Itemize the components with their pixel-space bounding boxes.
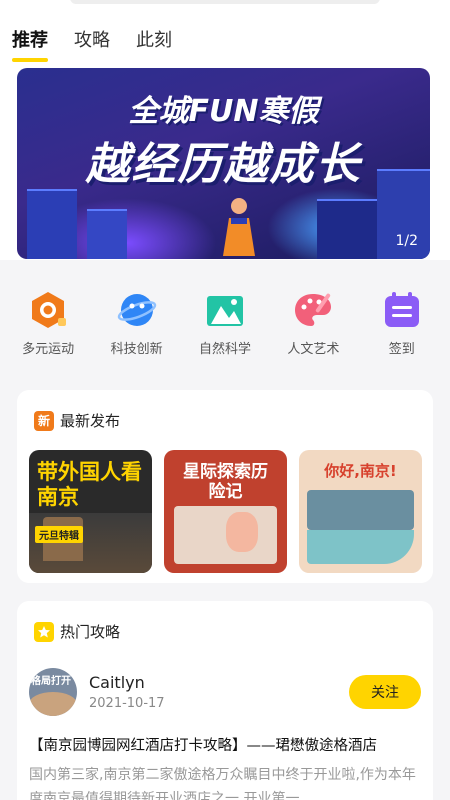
hot-header: 热门攻略 xyxy=(34,621,120,642)
planet-icon xyxy=(117,294,156,326)
post-excerpt: 国内第三家,南京第二家傲途格万众瞩目中终于开业啦,作为本年度南京最值得期待新开业… xyxy=(29,767,416,800)
follow-button[interactable]: 关注 xyxy=(349,675,421,709)
new-badge-icon: 新 xyxy=(34,410,54,431)
tab-recommend[interactable]: 推荐 xyxy=(12,26,48,62)
category-label: 人文艺术 xyxy=(287,342,340,357)
search-bar-edge[interactable] xyxy=(70,0,380,4)
thumbnail-hello-nanjing[interactable]: 你好,南京! xyxy=(299,450,422,573)
latest-releases-card: 新 最新发布 带外国人看南京 元旦特辑 星际探索历险记 你好,南京! xyxy=(17,390,433,583)
banner-title-line1: 全城FUN寒假 xyxy=(128,94,319,129)
post-date: 2021-10-17 xyxy=(89,696,165,711)
mountain-icon xyxy=(206,296,243,326)
calendar-icon xyxy=(384,292,419,327)
thumbnail-title: 星际探索历险记 xyxy=(183,462,268,502)
banner-page-counter: 1/2 xyxy=(395,233,418,249)
latest-header: 新 最新发布 xyxy=(34,410,120,431)
child-illustration xyxy=(223,198,255,256)
banner-building xyxy=(87,209,127,259)
category-label: 科技创新 xyxy=(110,342,163,357)
hot-guides-card: 热门攻略 格局打开 Caitlyn 2021-10-17 关注 【南京园博园网红… xyxy=(17,601,433,800)
thumbnail-photo xyxy=(307,490,414,530)
hot-title: 热门攻略 xyxy=(60,623,121,641)
tab-bar: 推荐 攻略 此刻 xyxy=(12,26,172,62)
category-arts[interactable]: 人文艺术 xyxy=(273,290,353,357)
thumbnail-title: 带外国人看南京 xyxy=(37,460,142,509)
category-checkin[interactable]: 签到 xyxy=(362,290,442,357)
star-icon xyxy=(34,621,54,642)
sports-icon xyxy=(32,292,67,328)
category-nature[interactable]: 自然科学 xyxy=(185,290,265,357)
banner-building xyxy=(27,189,77,259)
palette-icon xyxy=(295,293,332,326)
avatar[interactable]: 格局打开 xyxy=(29,668,77,716)
banner-building xyxy=(317,199,377,259)
avatar-text: 格局打开 xyxy=(31,676,71,687)
page: 推荐 攻略 此刻 全城FUN寒假 越经历越成长 1/2 多元运动 科技创新 自然… xyxy=(0,0,450,800)
thumbnail-title: 你好,南京! xyxy=(324,462,397,480)
thumbnail-tag: 元旦特辑 xyxy=(35,526,83,543)
category-grid: 多元运动 科技创新 自然科学 人文艺术 签到 xyxy=(0,290,450,357)
category-label: 多元运动 xyxy=(22,342,75,357)
latest-title: 最新发布 xyxy=(60,412,121,430)
category-tech[interactable]: 科技创新 xyxy=(97,290,177,357)
category-label: 签到 xyxy=(388,342,415,357)
thumbnail-photo xyxy=(226,512,258,552)
thumbnail-foreigners-nanjing[interactable]: 带外国人看南京 元旦特辑 xyxy=(29,450,152,573)
category-sports[interactable]: 多元运动 xyxy=(8,290,88,357)
tab-moments[interactable]: 此刻 xyxy=(136,26,172,52)
thumbnail-photo xyxy=(307,530,414,564)
author-name[interactable]: Caitlyn xyxy=(89,673,145,692)
promo-banner[interactable]: 全城FUN寒假 越经历越成长 1/2 xyxy=(17,68,430,259)
thumbnail-space-adventure[interactable]: 星际探索历险记 xyxy=(164,450,287,573)
latest-thumbnails: 带外国人看南京 元旦特辑 星际探索历险记 你好,南京! xyxy=(29,450,422,573)
banner-title-line2: 越经历越成长 xyxy=(85,139,362,190)
tab-guides[interactable]: 攻略 xyxy=(74,26,110,52)
post-title[interactable]: 【南京园博园网红酒店打卡攻略】——珺懋傲途格酒店 xyxy=(29,734,377,755)
category-label: 自然科学 xyxy=(198,342,251,357)
